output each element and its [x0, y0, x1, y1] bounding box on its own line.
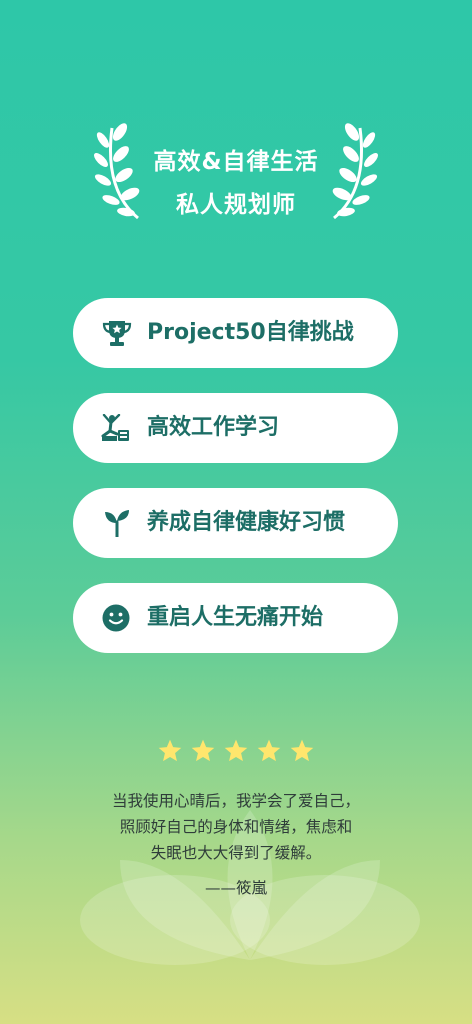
- header: 高效&自律生活 私人规划师: [0, 120, 472, 230]
- option-label: 重启人生无痛开始: [147, 605, 324, 630]
- option-label: 养成自律健康好习惯: [147, 510, 346, 535]
- smiley-icon: [102, 604, 130, 632]
- review-line: 当我使用心晴后，我学会了爱自己，: [111, 792, 360, 810]
- option-healthy-habits-button[interactable]: 养成自律健康好习惯: [73, 488, 398, 558]
- star-icon: [224, 739, 248, 762]
- review-author: ——筱嵐: [204, 879, 267, 897]
- option-label: Project50自律挑战: [147, 320, 354, 345]
- star-icon: [290, 739, 314, 762]
- trophy-icon: [102, 321, 132, 346]
- rating-stars: [0, 738, 472, 768]
- review-line: 照顾好自己的身体和情绪，焦虑和: [119, 818, 353, 836]
- review-line: 失眠也大大得到了缓解。: [150, 844, 322, 862]
- option-label: 高效工作学习: [147, 415, 280, 440]
- star-icon: [257, 739, 281, 762]
- page-title-line1: 高效&自律生活: [153, 149, 319, 175]
- option-efficient-work-button[interactable]: 高效工作学习: [73, 393, 398, 463]
- option-restart-life-button[interactable]: 重启人生无痛开始: [73, 583, 398, 653]
- star-icon: [191, 739, 215, 762]
- option-project50-button[interactable]: Project50自律挑战: [73, 298, 398, 368]
- review-text: 当我使用心晴后，我学会了爱自己， 照顾好自己的身体和情绪，焦虑和 失眠也大大得到…: [0, 788, 472, 866]
- star-icon: [158, 739, 182, 762]
- yoga-person-icon: [101, 414, 129, 441]
- page-title-line2: 私人规划师: [176, 192, 296, 218]
- goal-options-list: Project50自律挑战 高效工作学习 养成自律健康好习惯 重启人生无痛开始: [73, 298, 398, 678]
- sprout-icon: [105, 510, 129, 537]
